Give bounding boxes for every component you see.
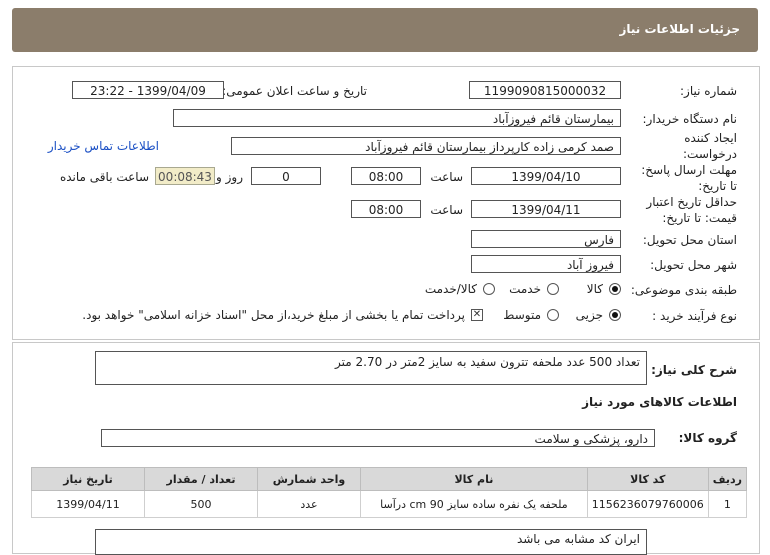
process-option-minor: جزیی bbox=[575, 308, 603, 322]
city-label: شهر محل تحویل: bbox=[650, 258, 737, 272]
category-option-service: خدمت bbox=[509, 282, 541, 296]
cell-row-number: 1 bbox=[707, 490, 748, 518]
creator-label-2: درخواست: bbox=[683, 147, 737, 161]
col-item-name: نام کالا bbox=[360, 467, 588, 491]
validity-label-2: قیمت: تا تاریخ: bbox=[662, 211, 737, 225]
cell-item-code: 1156236079760006 bbox=[586, 490, 709, 518]
cell-item-name: ملحفه یک نفره ساده سایز 90 cm درآسا bbox=[360, 490, 588, 518]
deadline-label-2: تا تاریخ: bbox=[698, 179, 737, 193]
days-label: روز و bbox=[216, 170, 243, 184]
city-field: فیروز آباد bbox=[471, 255, 621, 273]
announce-field: 1399/04/09 - 23:22 bbox=[72, 81, 224, 99]
col-unit: واحد شمارش bbox=[257, 467, 361, 491]
buyer-contact-link[interactable]: اطلاعات تماس خریدار bbox=[48, 139, 159, 153]
category-option-goods: کالا bbox=[586, 282, 603, 296]
need-number-field: 1199090815000032 bbox=[469, 81, 621, 99]
summary-field: تعداد 500 عدد ملحفه تترون سفید به سایز 2… bbox=[95, 351, 647, 385]
summary-label: شرح کلی نیاز: bbox=[651, 363, 737, 377]
validity-time-field: 08:00 bbox=[351, 200, 421, 218]
cell-quantity: 500 bbox=[144, 490, 258, 518]
goods-table: ردیف کد کالا نام کالا واحد شمارش تعداد /… bbox=[31, 467, 748, 518]
goods-section-title: اطلاعات کالاهای مورد نیاز bbox=[582, 395, 737, 409]
need-details-panel: شماره نیاز: 1199090815000032 تاریخ و ساع… bbox=[12, 66, 760, 340]
buyer-org-field: بیمارستان قائم فیروزآباد bbox=[173, 109, 621, 127]
creator-label-1: ایجاد کننده bbox=[684, 131, 737, 145]
goods-group-label: گروه کالا: bbox=[678, 431, 737, 445]
category-radio-goods-service[interactable] bbox=[483, 283, 495, 295]
treasury-checkbox[interactable]: ✕ bbox=[471, 309, 483, 321]
validity-date-field: 1399/04/11 bbox=[471, 200, 621, 218]
buyer-org-label: نام دستگاه خریدار: bbox=[642, 112, 738, 126]
goods-note-field: ایران کد مشابه می باشد bbox=[95, 529, 647, 555]
process-radio-minor[interactable] bbox=[609, 309, 621, 321]
deadline-time-field: 08:00 bbox=[351, 167, 421, 185]
goods-group-field: دارو، پزشکی و سلامت bbox=[101, 429, 655, 447]
remaining-time-field: 00:08:43 bbox=[155, 167, 215, 185]
category-label: طبقه بندی موضوعی: bbox=[630, 283, 737, 297]
deadline-date-field: 1399/04/10 bbox=[471, 167, 621, 185]
creator-field: صمد کرمی زاده کارپرداز بیمارستان قائم فی… bbox=[231, 137, 621, 155]
validity-label-1: حداقل تاریخ اعتبار bbox=[646, 195, 737, 209]
goods-table-header: ردیف کد کالا نام کالا واحد شمارش تعداد /… bbox=[31, 467, 748, 491]
page-header: جزئیات اطلاعات نیاز bbox=[12, 8, 758, 52]
category-radio-goods[interactable] bbox=[609, 283, 621, 295]
cell-unit: عدد bbox=[257, 490, 361, 518]
treasury-payment-note: پرداخت تمام یا بخشی از مبلغ خرید،از محل … bbox=[82, 308, 465, 322]
validity-time-label: ساعت bbox=[430, 203, 463, 217]
need-number-label: شماره نیاز: bbox=[680, 84, 737, 98]
category-radio-service[interactable] bbox=[547, 283, 559, 295]
remaining-time-label: ساعت باقی مانده bbox=[59, 170, 149, 184]
col-quantity: تعداد / مقدار bbox=[144, 467, 258, 491]
process-radio-medium[interactable] bbox=[547, 309, 559, 321]
page-title: جزئیات اطلاعات نیاز bbox=[619, 22, 740, 36]
need-summary-panel: شرح کلی نیاز: تعداد 500 عدد ملحفه تترون … bbox=[12, 342, 760, 555]
table-row: 1 1156236079760006 ملحفه یک نفره ساده سا… bbox=[31, 490, 748, 518]
col-need-date: تاریخ نیاز bbox=[31, 467, 145, 491]
col-item-code: کد کالا bbox=[586, 467, 709, 491]
process-label: نوع فرآیند خرید : bbox=[652, 309, 737, 323]
category-option-goods-service: کالا/خدمت bbox=[424, 282, 477, 296]
deadline-label-1: مهلت ارسال پاسخ: bbox=[641, 163, 737, 177]
province-label: استان محل تحویل: bbox=[642, 233, 737, 247]
days-remaining-field: 0 bbox=[251, 167, 321, 185]
col-row-number: ردیف bbox=[707, 467, 748, 491]
deadline-time-label: ساعت bbox=[430, 170, 463, 184]
process-option-medium: متوسط bbox=[503, 308, 541, 322]
cell-need-date: 1399/04/11 bbox=[31, 490, 145, 518]
province-field: فارس bbox=[471, 230, 621, 248]
announce-label: تاریخ و ساعت اعلان عمومی: bbox=[222, 84, 367, 98]
